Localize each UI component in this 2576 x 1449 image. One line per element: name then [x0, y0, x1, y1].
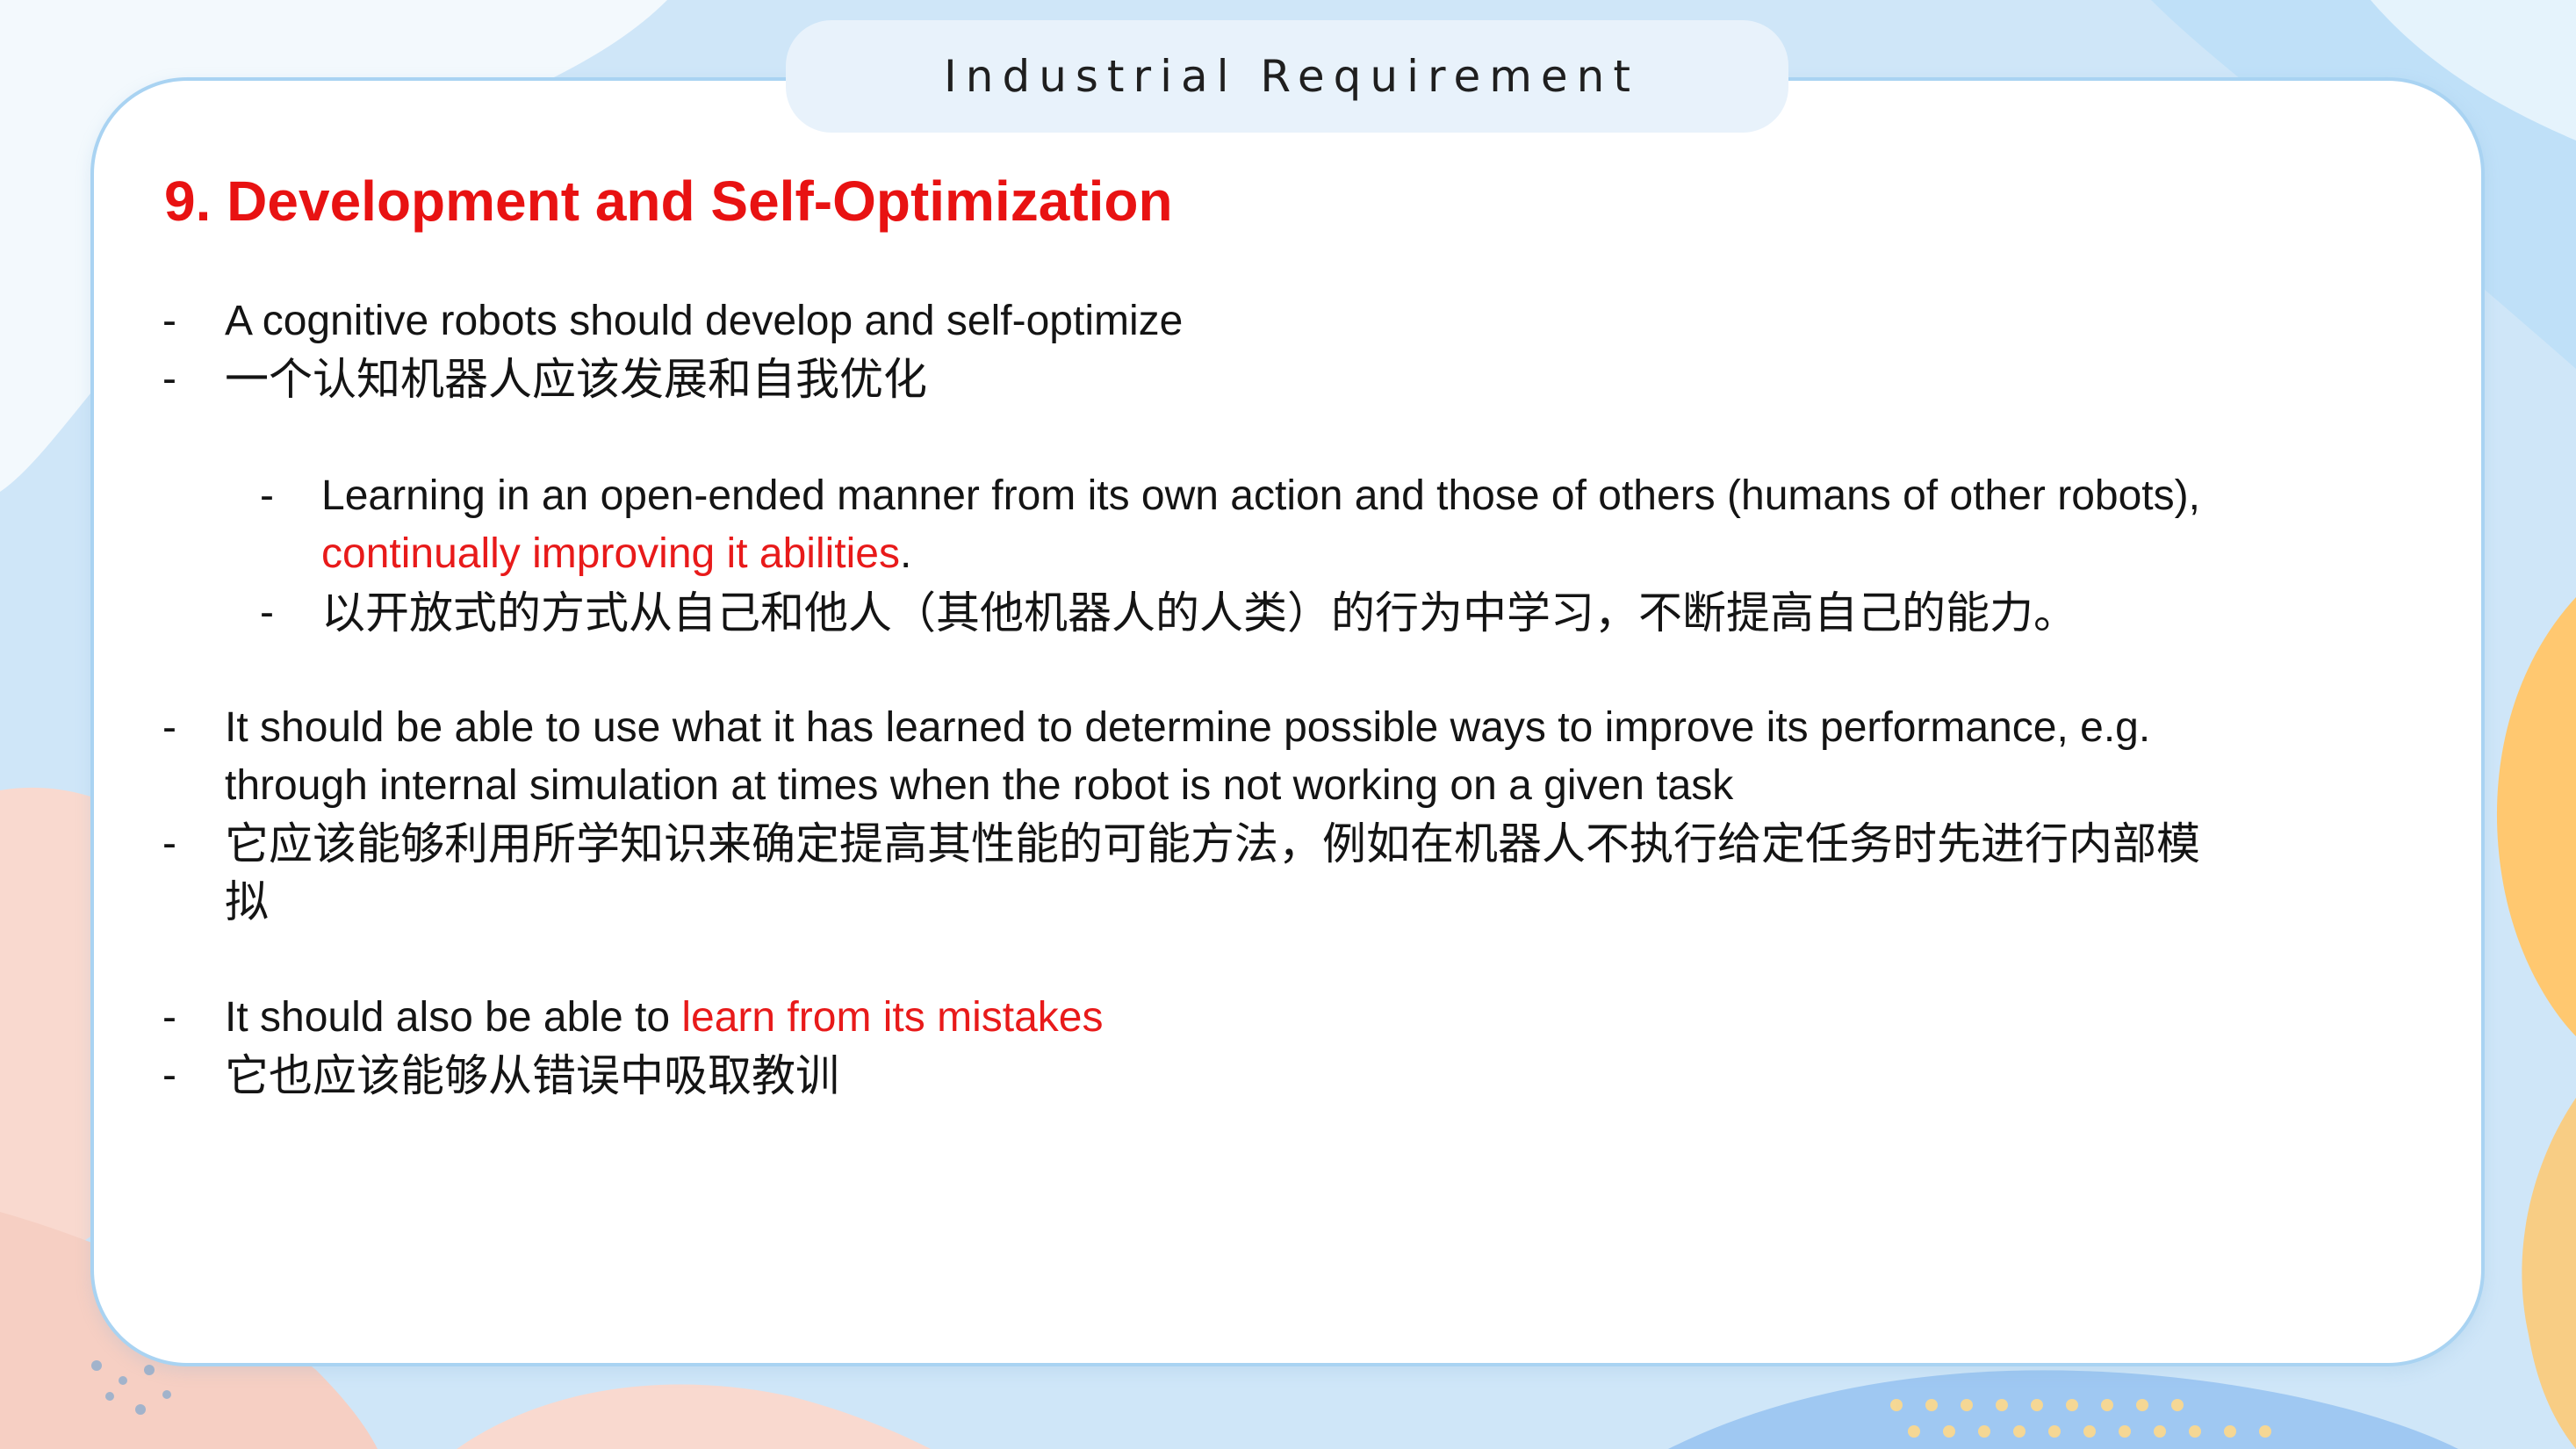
bullet-dash: - — [162, 820, 176, 867]
bullet-1-en: A cognitive robots should develop and se… — [225, 298, 1184, 344]
bullet-dash: - — [162, 298, 176, 344]
slide-content: 9. Development and Self-Optimization - A… — [0, 0, 2576, 1449]
bullet-2-zh-line1: 它应该能够利用所学知识来确定提高其性能的可能方法，例如在机器人不执行给定任务时先… — [225, 818, 2200, 869]
bullet-dash: - — [162, 1052, 176, 1099]
highlight-improving: continually improving it abilities — [321, 530, 900, 577]
bullet-3-en: It should also be able to learn from its… — [225, 989, 1103, 1047]
sub-bullet-dash: - — [260, 472, 274, 519]
sub-bullet-dash: - — [260, 589, 274, 636]
highlight-mistakes: learn from its mistakes — [681, 994, 1104, 1041]
period: . — [899, 530, 912, 577]
bullet-2-en-line2: through internal simulation at times whe… — [225, 762, 1734, 809]
bullet-2-en-line1: It should be able to use what it has lea… — [225, 704, 2151, 751]
sub-bullet-en-line1: Learning in an open-ended manner from it… — [321, 472, 2200, 519]
bullet-dash: - — [162, 356, 176, 402]
bullet-3-en-prefix: It should also be able to — [225, 994, 682, 1041]
bullet-dash: - — [162, 994, 176, 1041]
bullet-3-zh: 它也应该能够从错误中吸取教训 — [225, 1050, 839, 1101]
slide-heading: 9. Development and Self-Optimization — [164, 169, 1173, 233]
sub-bullet-zh: 以开放式的方式从自己和他人（其他机器人的人类）的行为中学习，不断提高自己的能力。 — [321, 588, 2077, 638]
bullet-1-zh: 一个认知机器人应该发展和自我优化 — [225, 354, 927, 405]
bullet-2-zh-line2: 拟 — [225, 876, 269, 927]
sub-bullet-en-line2: continually improving it abilities. — [321, 525, 911, 583]
bullet-dash: - — [162, 704, 176, 751]
